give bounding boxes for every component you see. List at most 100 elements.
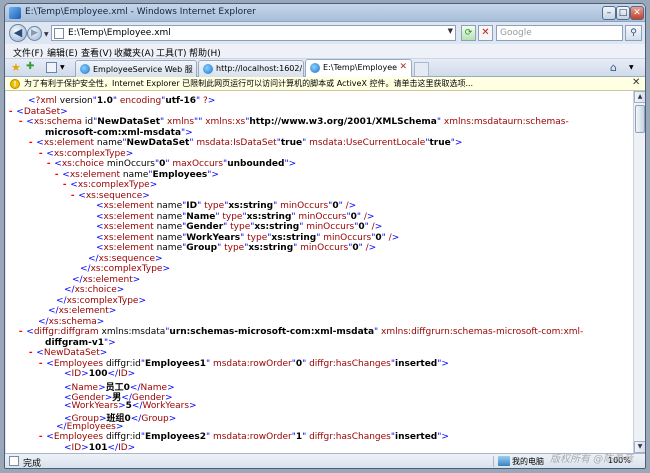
scroll-thumb[interactable]	[635, 105, 645, 133]
history-dropdown-icon[interactable]: ▼	[44, 31, 49, 38]
xml-line: </xs:choice>	[64, 285, 125, 295]
home-dropdown-icon[interactable]: ▼	[629, 64, 634, 71]
menu-file[interactable]: 文件(F)	[13, 46, 43, 59]
scroll-down-arrow-icon[interactable]: ▼	[634, 441, 645, 453]
xml-line: - <DataSet>	[8, 106, 68, 117]
collapse-toggle[interactable]: -	[70, 191, 75, 201]
xml-line: <xs:element name"Name" type"xs:string" m…	[96, 211, 375, 222]
xml-line: - <NewDataSet>	[28, 348, 108, 358]
xml-line: <xs:element name"Gender" type"xs:string"…	[96, 222, 383, 232]
ie-app-icon	[9, 7, 21, 19]
refresh-button[interactable]: ⟳	[461, 25, 476, 41]
collapse-toggle[interactable]: -	[28, 348, 33, 358]
xml-line: </xs:schema>	[38, 316, 105, 327]
status-bar: 完成 我的电脑 100%	[5, 453, 645, 468]
quick-tabs-icon[interactable]	[46, 62, 57, 73]
address-dropdown-icon[interactable]: ▼	[448, 27, 453, 35]
xml-line: </xs:sequence>	[88, 253, 163, 264]
collapse-toggle[interactable]: -	[38, 432, 43, 442]
xml-line: - <Employees diffgr:id"Employees1" msdat…	[38, 358, 449, 369]
add-favorite-icon[interactable]: ✚	[26, 61, 34, 72]
search-placeholder: Google	[500, 28, 532, 38]
xml-line: - <xs:element name"Employees">	[54, 169, 219, 180]
address-url: E:\Temp\Employee.xml	[68, 28, 171, 38]
status-separator	[493, 456, 494, 467]
home-icon[interactable]: ⌂	[610, 61, 617, 74]
xml-line: microsoft-com:xml-msdata">	[45, 127, 193, 138]
xml-line: - <xs:schema id"NewDataSet" xmlns"" xmln…	[18, 117, 569, 127]
xml-line: <ID>101</ID>	[64, 442, 136, 453]
collapse-toggle[interactable]: -	[54, 170, 59, 180]
vertical-scrollbar[interactable]: ▲ ▼	[633, 91, 645, 453]
xml-line: <xs:element name"ID" type"xs:string" min…	[96, 201, 357, 211]
page-status-icon	[9, 456, 19, 466]
computer-zone-icon	[498, 456, 510, 466]
tab-favicon	[310, 63, 320, 73]
collapse-toggle[interactable]: -	[38, 149, 43, 159]
favorites-star-icon[interactable]: ★	[11, 61, 21, 74]
xml-line: </Employees>	[56, 421, 124, 432]
xml-line: </xs:complexType>	[80, 264, 170, 274]
close-window-button[interactable]: ✕	[630, 6, 644, 20]
info-bar-text: 为了有利于保护安全性，Internet Explorer 已限制此网页运行可以访…	[24, 79, 474, 88]
tab-employee-service[interactable]: EmployeeService Web 服务	[75, 60, 197, 77]
collapse-toggle[interactable]: -	[18, 117, 23, 127]
xml-line: <xs:element name"WorkYears" type"xs:stri…	[96, 232, 400, 243]
minimize-button[interactable]: –	[602, 6, 616, 20]
tab-localhost[interactable]: http://localhost:1602/Emplo...	[198, 60, 304, 77]
info-bar-close-icon[interactable]: ✕	[632, 77, 640, 88]
collapse-toggle[interactable]: -	[38, 359, 43, 369]
xml-line: - <xs:choice minOccurs"0" maxOccurs"unbo…	[46, 159, 297, 169]
xml-line: - <xs:element name"NewDataSet" msdata:Is…	[28, 138, 463, 148]
back-button[interactable]: ◀	[9, 24, 27, 42]
title-bar: E:\Temp\Employee.xml - Windows Internet …	[5, 4, 645, 22]
address-input[interactable]: E:\Temp\Employee.xml ▼	[51, 25, 456, 41]
tab-label: E:\Temp\Employee.xml	[323, 63, 397, 72]
page-icon	[54, 28, 64, 39]
watermark-text: 版权所有 @陈希章	[550, 454, 634, 465]
scroll-up-arrow-icon[interactable]: ▲	[634, 91, 645, 103]
tab-label: EmployeeService Web 服务	[93, 65, 193, 74]
tab-list-dropdown-icon[interactable]: ▼	[60, 64, 65, 71]
menu-help[interactable]: 帮助(H)	[189, 46, 221, 59]
xml-line: <xs:element name"Group" type"xs:string" …	[96, 243, 377, 253]
maximize-button[interactable]: □	[616, 6, 630, 20]
forward-button[interactable]: ▶	[27, 26, 42, 41]
close-tab-icon[interactable]: ✕	[399, 62, 407, 72]
collapse-toggle[interactable]: -	[8, 107, 13, 117]
menu-edit[interactable]: 编辑(E)	[47, 46, 78, 59]
security-info-bar[interactable]: ! 为了有利于保护安全性，Internet Explorer 已限制此网页运行可…	[5, 77, 645, 91]
tab-favicon	[203, 64, 213, 74]
menu-favorites[interactable]: 收藏夹(A)	[114, 46, 154, 59]
xml-line: <?xml version"1.0" encoding"utf-16" ?>	[28, 96, 216, 106]
xml-line: </xs:element>	[48, 306, 117, 316]
warning-shield-icon: !	[10, 79, 20, 89]
search-input[interactable]: Google	[496, 25, 623, 41]
menu-bar: 文件(F) 编辑(E) 查看(V) 收藏夹(A) 工具(T) 帮助(H)	[5, 44, 645, 59]
xml-line: <WorkYears>5</WorkYears>	[64, 400, 197, 411]
collapse-toggle[interactable]: -	[18, 327, 23, 337]
tab-label: http://localhost:1602/Emplo...	[216, 64, 302, 73]
menu-tools[interactable]: 工具(T)	[156, 46, 187, 59]
xml-line: - <diffgr:diffgram xmlns:msdata"urn:sche…	[18, 327, 584, 337]
xml-line: </xs:complexType>	[56, 295, 146, 306]
xml-line: - <xs:complexType>	[38, 148, 134, 159]
tab-favicon	[80, 64, 90, 74]
xml-line: - <Employees diffgr:id"Employees2" msdat…	[38, 432, 449, 442]
xml-line: <ID>100</ID>	[64, 369, 136, 379]
search-icon[interactable]: ⚲	[625, 25, 642, 41]
menu-view[interactable]: 查看(V)	[81, 46, 112, 59]
window-title: E:\Temp\Employee.xml - Windows Internet …	[25, 7, 256, 17]
xml-document-view: <?xml version"1.0" encoding"utf-16" ?> - …	[6, 91, 633, 453]
address-toolbar: ◀ ▶ ▼ E:\Temp\Employee.xml ▼ ⟳ ✕ Google …	[5, 22, 645, 44]
new-tab-button[interactable]	[414, 62, 429, 76]
tab-employee-xml[interactable]: E:\Temp\Employee.xml ✕	[305, 59, 412, 77]
stop-button[interactable]: ✕	[478, 25, 493, 41]
collapse-toggle[interactable]: -	[28, 138, 33, 148]
security-zone-text: 我的电脑	[512, 457, 544, 466]
xml-line: - <xs:complexType>	[62, 180, 158, 190]
tab-bar: ★ ✚ ▼ EmployeeService Web 服务 http://loca…	[5, 59, 645, 77]
xml-line: </xs:element>	[72, 274, 141, 285]
collapse-toggle[interactable]: -	[62, 180, 67, 190]
collapse-toggle[interactable]: -	[46, 159, 51, 169]
